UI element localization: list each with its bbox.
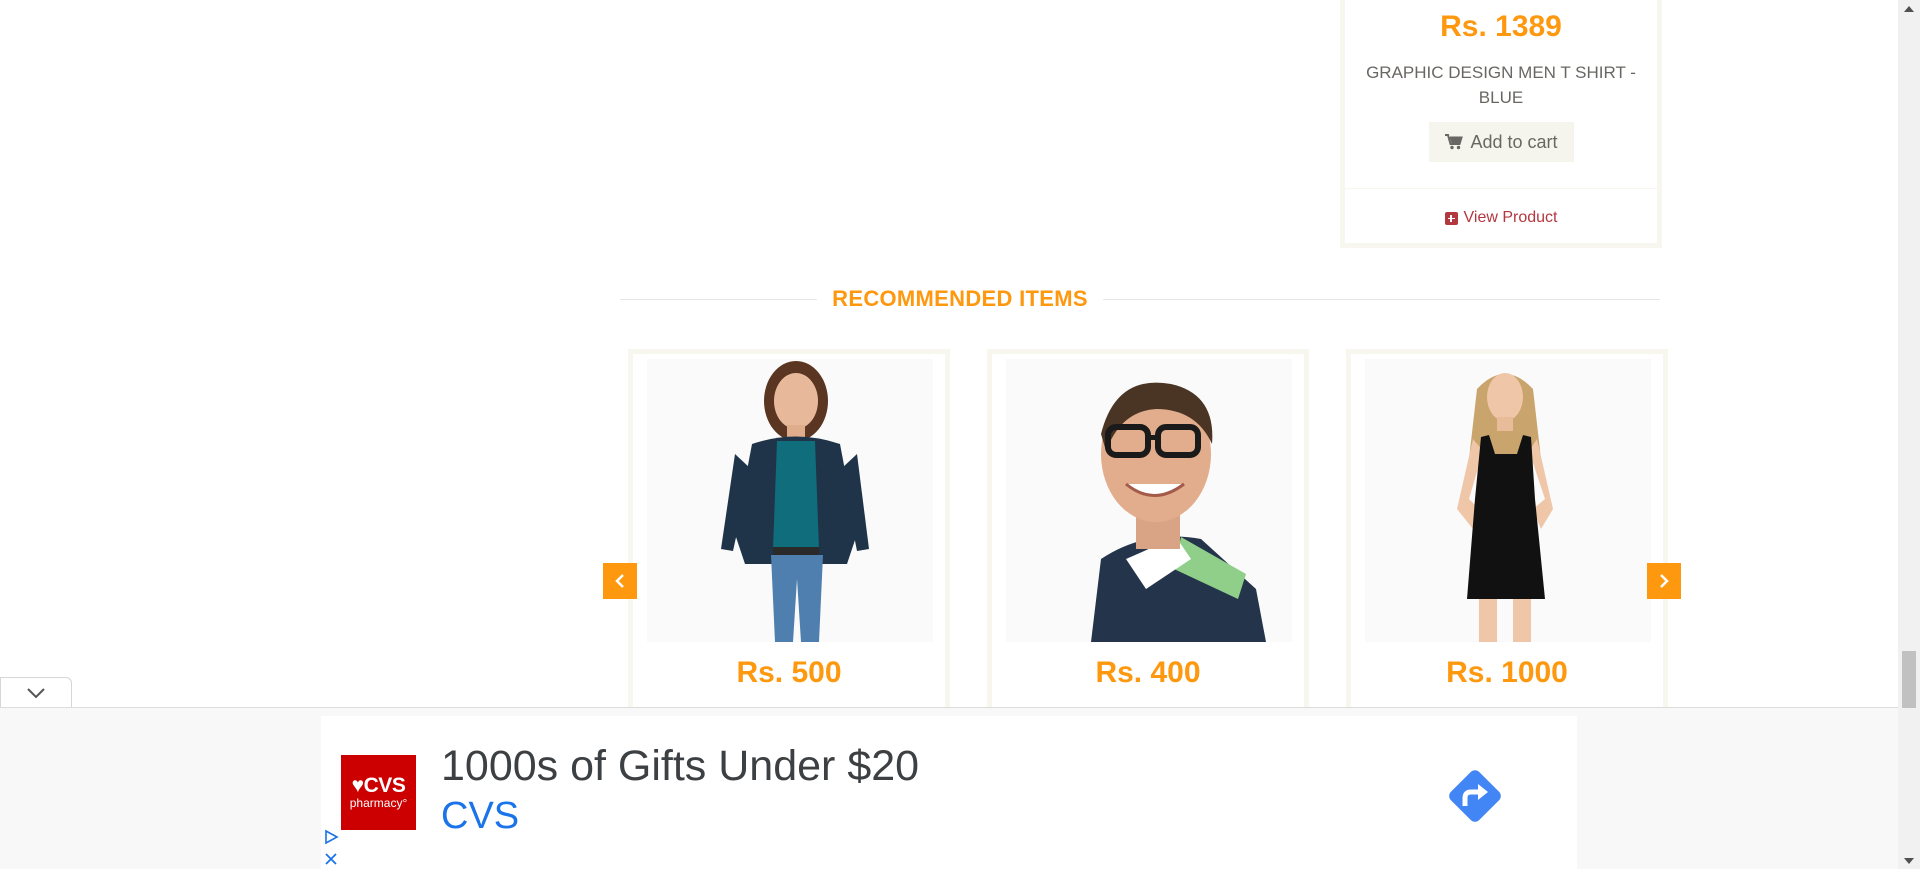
recommended-item-card[interactable]: Rs. 1000 bbox=[1346, 349, 1668, 709]
ad-content[interactable] bbox=[321, 716, 1577, 869]
shopping-cart-icon bbox=[1445, 134, 1464, 150]
product-name: GRAPHIC DESIGN MEN T SHIRT - BLUE bbox=[1366, 63, 1636, 107]
view-product-label: View Product bbox=[1463, 209, 1558, 226]
chevron-right-icon bbox=[1660, 574, 1669, 588]
close-icon[interactable] bbox=[323, 851, 339, 867]
recommended-item-card[interactable]: Rs. 500 bbox=[628, 349, 950, 709]
scrollbar-thumb[interactable] bbox=[1902, 651, 1916, 708]
product-image-man-glasses-polo[interactable] bbox=[1006, 359, 1292, 642]
recommended-item-card[interactable]: Rs. 400 bbox=[987, 349, 1309, 709]
ad-headline[interactable]: 1000s of Gifts Under $20 bbox=[441, 742, 919, 791]
product-image-woman-black-dress[interactable] bbox=[1365, 359, 1651, 642]
add-to-cart-label: Add to cart bbox=[1470, 131, 1558, 152]
adchoices-icon[interactable] bbox=[323, 829, 339, 845]
scrollbar[interactable] bbox=[1898, 0, 1920, 869]
cvs-logo-text: ♥CVS bbox=[351, 774, 406, 797]
directions-icon[interactable] bbox=[1441, 762, 1509, 830]
add-to-cart-button[interactable]: Add to cart bbox=[1429, 122, 1574, 162]
scroll-up-arrow-icon[interactable] bbox=[1898, 0, 1920, 17]
chevron-down-icon bbox=[27, 687, 45, 698]
card-divider bbox=[1345, 188, 1657, 189]
cvs-logo[interactable]: ♥CVS pharmacy° bbox=[341, 755, 416, 830]
product-card: Rs. 1389 GRAPHIC DESIGN MEN T SHIRT - BL… bbox=[1340, 0, 1662, 248]
product-price: Rs. 1389 bbox=[1440, 10, 1562, 43]
chevron-left-icon bbox=[615, 574, 624, 588]
section-divider bbox=[620, 299, 1660, 300]
ad-collapse-button[interactable] bbox=[0, 677, 72, 707]
cvs-logo-subtext: pharmacy° bbox=[349, 796, 408, 810]
product-price: Rs. 400 bbox=[1095, 656, 1201, 689]
scroll-down-arrow-icon[interactable] bbox=[1898, 852, 1920, 869]
plus-square-icon bbox=[1444, 211, 1458, 225]
product-image-woman-denim-jacket[interactable] bbox=[647, 359, 933, 642]
product-price: Rs. 500 bbox=[736, 656, 842, 689]
carousel-next-button[interactable] bbox=[1647, 563, 1681, 599]
carousel-prev-button[interactable] bbox=[603, 563, 637, 599]
product-price: Rs. 1000 bbox=[1446, 656, 1568, 689]
ad-brand[interactable]: CVS bbox=[441, 795, 519, 838]
view-product-link[interactable]: View Product bbox=[1345, 209, 1657, 227]
